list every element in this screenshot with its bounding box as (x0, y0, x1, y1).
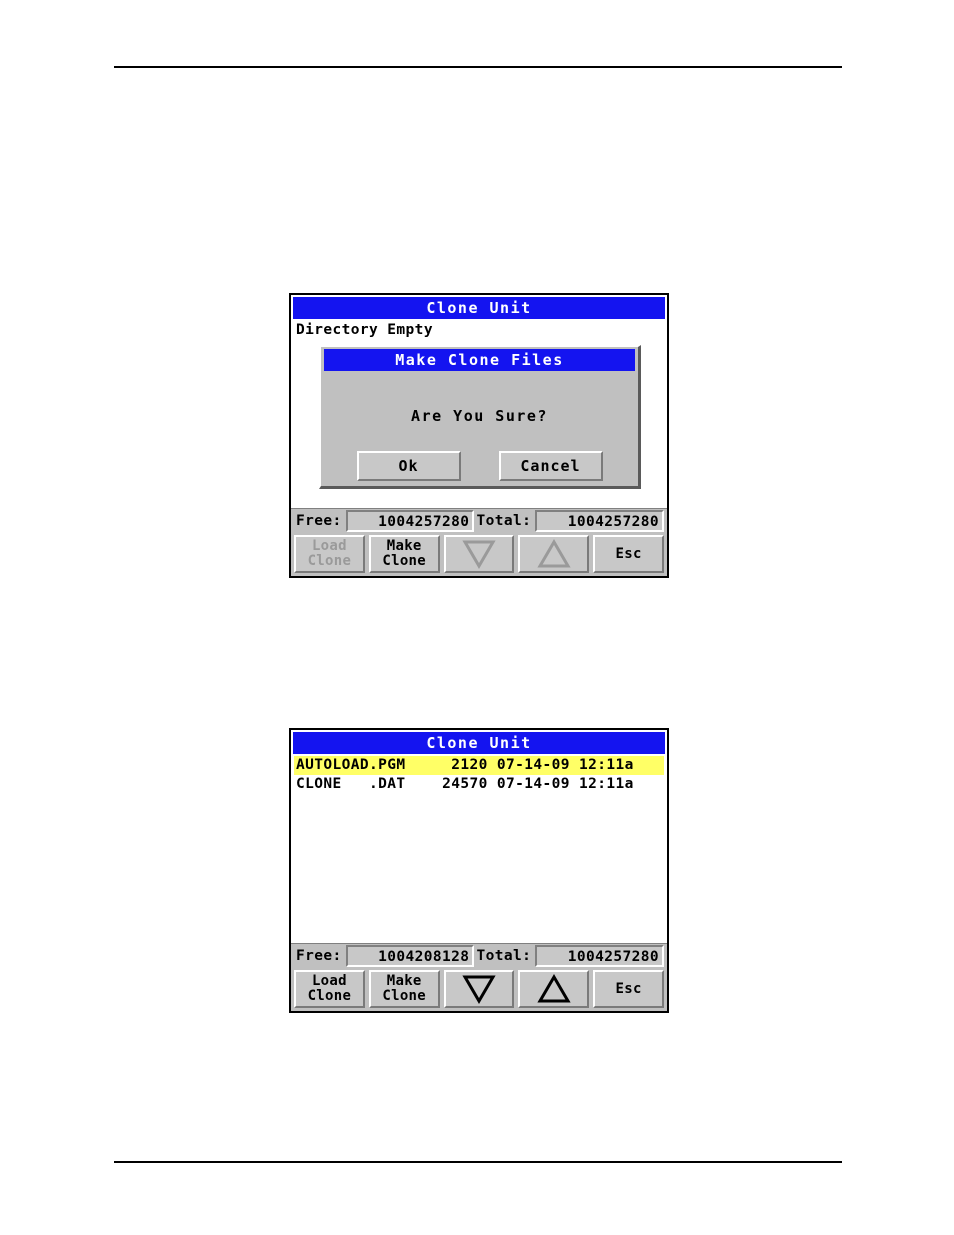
dialog-button-row: Ok Cancel (321, 451, 638, 481)
load-clone-button: Load Clone (294, 535, 365, 573)
window-title-bar: Clone Unit (293, 297, 665, 319)
status-bar: Free: 1004257280 Total: 1004257280 (291, 508, 667, 533)
total-value: 1004257280 (535, 510, 664, 532)
button-label-line1: Load (311, 973, 347, 989)
free-value: 1004257280 (345, 510, 475, 532)
triangle-down-icon (462, 973, 496, 1005)
dialog-message: Are You Sure? (411, 407, 548, 425)
directory-empty-message: Directory Empty (296, 322, 433, 338)
triangle-down-icon (462, 538, 496, 570)
scroll-down-button (443, 535, 515, 573)
dialog-title: Make Clone Files (395, 351, 564, 369)
file-list[interactable]: AUTOLOAD.PGM 2120 07-14-09 12:11a CLONE .… (294, 756, 664, 943)
make-clone-button[interactable]: Make Clone (368, 535, 440, 573)
scroll-up-button (518, 535, 590, 573)
make-clone-files-dialog: Make Clone Files Are You Sure? Ok Cancel (319, 345, 641, 489)
make-clone-button[interactable]: Make Clone (368, 970, 440, 1008)
button-label-line1: Load (311, 538, 347, 554)
free-label: Free: (296, 948, 342, 964)
clone-unit-screen-with-confirm-dialog: Clone Unit Directory Empty Free: 1004257… (289, 293, 669, 578)
free-value: 1004208128 (345, 945, 475, 967)
esc-button[interactable]: Esc (593, 970, 664, 1008)
triangle-up-icon (537, 538, 571, 570)
total-value: 1004257280 (535, 945, 664, 967)
button-label-line1: Esc (615, 545, 642, 562)
button-label-line1: Make (386, 973, 422, 989)
total-label: Total: (476, 513, 532, 529)
window-title: Clone Unit (426, 299, 532, 317)
free-label: Free: (296, 513, 342, 529)
page-footer-rule (114, 1161, 842, 1163)
ok-button[interactable]: Ok (356, 451, 461, 481)
button-label-line2: Clone (307, 988, 352, 1004)
load-clone-button[interactable]: Load Clone (294, 970, 365, 1008)
page-header-rule (114, 66, 842, 68)
triangle-up-icon (537, 973, 571, 1005)
window-title-bar: Clone Unit (293, 732, 665, 754)
scroll-down-button[interactable] (443, 970, 515, 1008)
button-label-line2: Clone (382, 553, 427, 569)
window-title: Clone Unit (426, 734, 532, 752)
dialog-body: Are You Sure? Ok Cancel (321, 371, 638, 486)
button-bar: Load Clone Make Clone Esc (291, 968, 667, 1011)
button-label-line2: Clone (307, 553, 352, 569)
file-list-row[interactable]: AUTOLOAD.PGM 2120 07-14-09 12:11a (294, 756, 664, 775)
status-bar: Free: 1004208128 Total: 1004257280 (291, 943, 667, 968)
dialog-title-bar: Make Clone Files (324, 349, 635, 371)
cancel-button[interactable]: Cancel (498, 451, 603, 481)
scroll-up-button[interactable] (518, 970, 590, 1008)
button-bar: Load Clone Make Clone Esc (291, 533, 667, 576)
clone-unit-screen-with-file-list: Clone Unit AUTOLOAD.PGM 2120 07-14-09 12… (289, 728, 669, 1013)
button-label-line2: Clone (382, 988, 427, 1004)
button-label-line1: Make (386, 538, 422, 554)
esc-button[interactable]: Esc (593, 535, 664, 573)
file-list-row[interactable]: CLONE .DAT 24570 07-14-09 12:11a (294, 775, 664, 794)
button-label-line1: Esc (615, 980, 642, 997)
total-label: Total: (476, 948, 532, 964)
